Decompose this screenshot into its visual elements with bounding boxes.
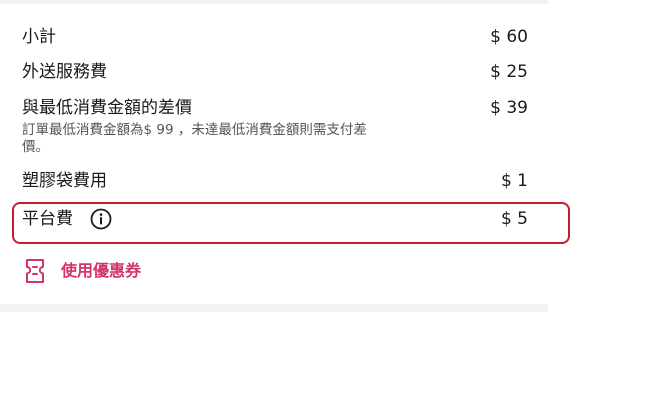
min-order-diff-label: 與最低消費金額的差價 — [22, 98, 192, 118]
platform-fee-amount: $ 5 — [500, 209, 528, 229]
platform-fee-label: 平台費 — [22, 209, 73, 229]
bottom-divider — [0, 304, 548, 312]
min-order-note: 訂單最低消費金額為$ 99 ，未達最低消費金額則需支付差價。 — [22, 122, 367, 155]
subtotal-label: 小計 — [22, 27, 56, 47]
min-order-diff-row: 與最低消費金額的差價 $ 39 — [22, 96, 528, 120]
plastic-bag-fee-label: 塑膠袋費用 — [22, 171, 107, 191]
delivery-fee-row: 外送服務費 $ 25 — [22, 60, 528, 84]
min-order-diff-amount: $ 39 — [490, 98, 528, 118]
coupon-ticket-icon — [25, 258, 45, 284]
info-icon[interactable] — [90, 208, 112, 230]
subtotal-row: 小計 $ 60 — [22, 25, 528, 49]
subtotal-amount: $ 60 — [490, 27, 528, 47]
platform-fee-row: 平台費 $ 5 — [22, 207, 528, 231]
use-coupon-label: 使用優惠券 — [61, 261, 142, 280]
plastic-bag-fee-row: 塑膠袋費用 $ 1 — [22, 169, 528, 193]
plastic-bag-fee-amount: $ 1 — [500, 171, 528, 191]
delivery-fee-amount: $ 25 — [490, 62, 528, 82]
delivery-fee-label: 外送服務費 — [22, 62, 107, 82]
